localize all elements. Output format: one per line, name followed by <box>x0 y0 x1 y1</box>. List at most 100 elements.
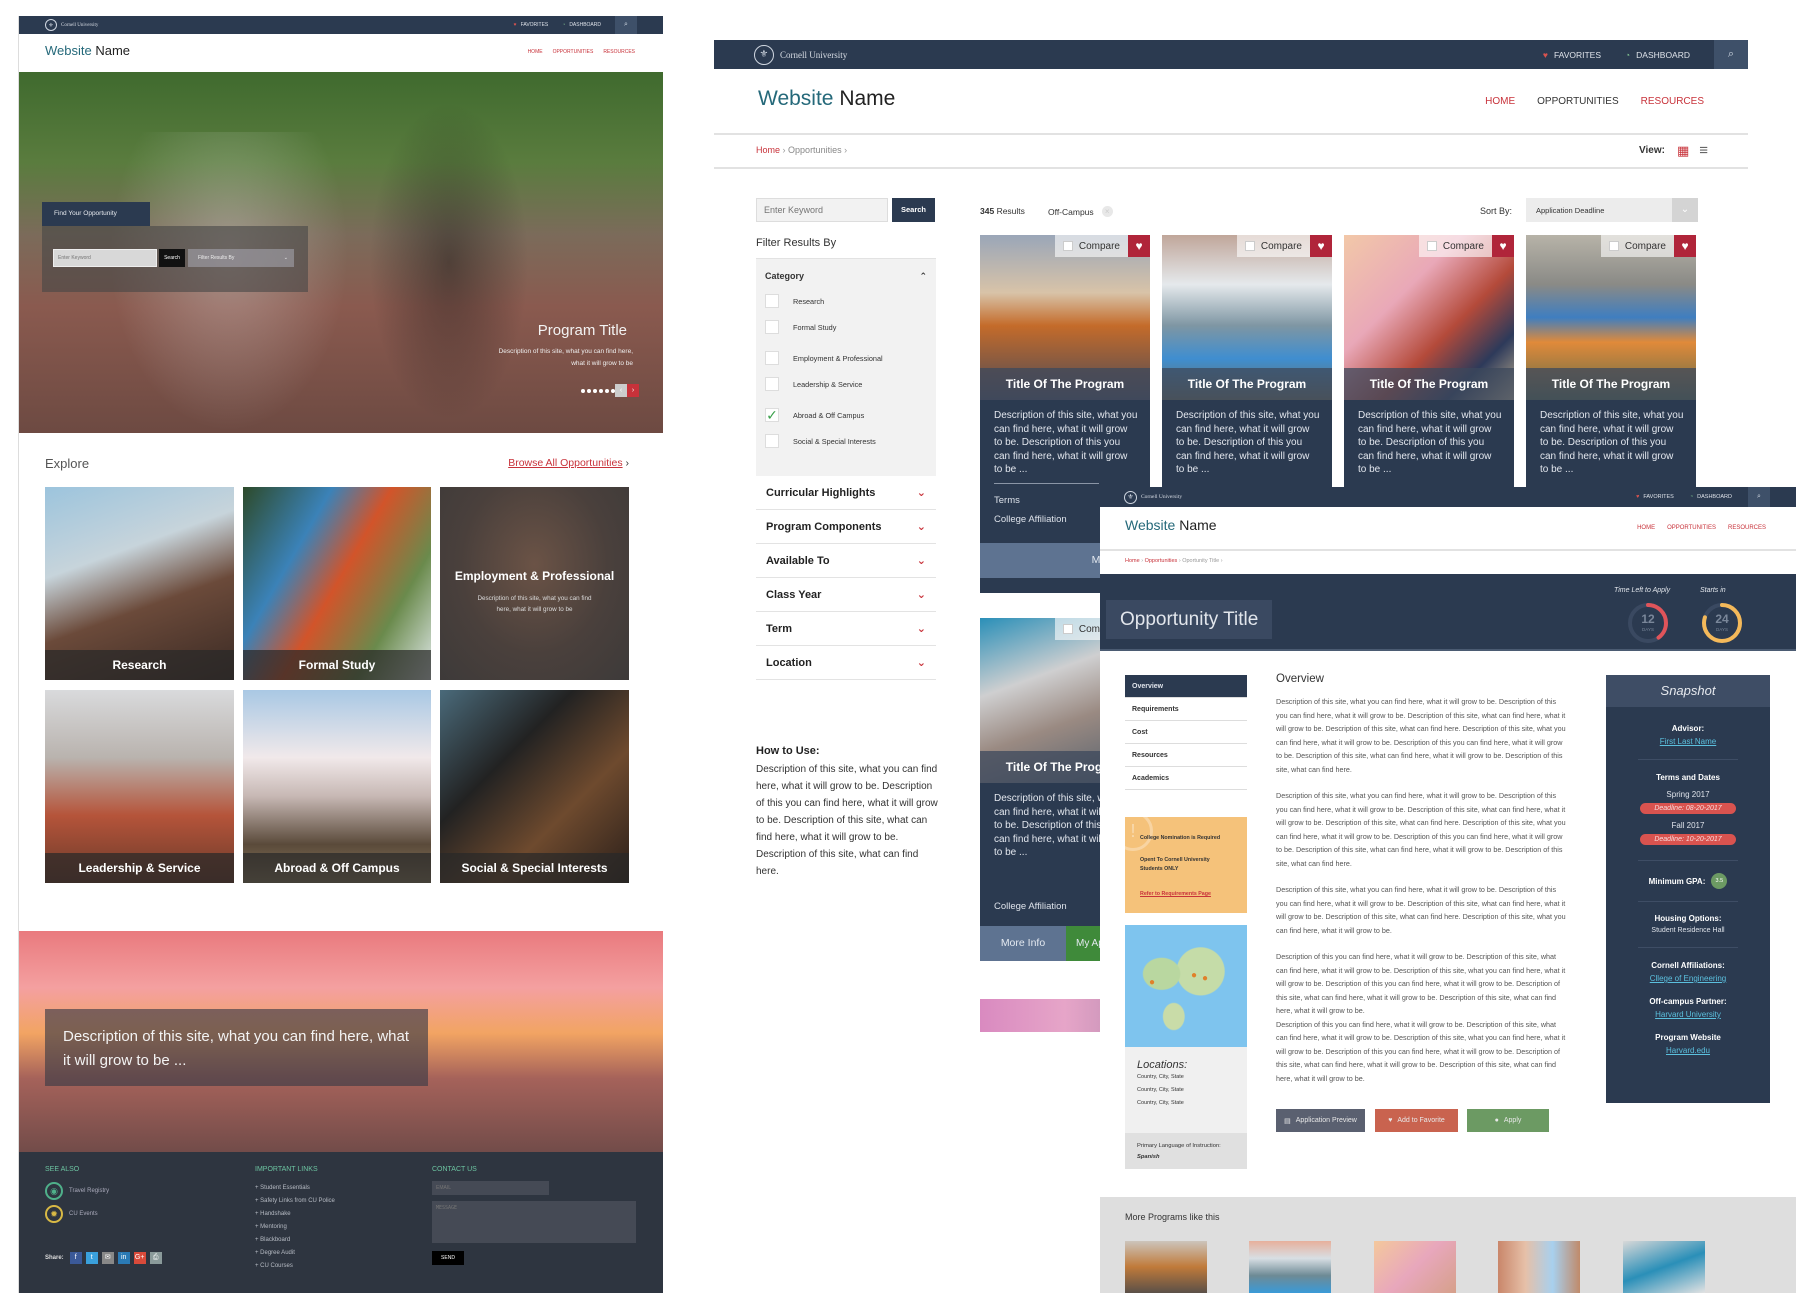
filter-available-to[interactable]: Available To ⌄ <box>756 544 936 578</box>
compare-checkbox[interactable] <box>1244 241 1255 251</box>
prev-slide-button[interactable]: ‹ <box>615 384 627 397</box>
compare-toggle[interactable]: Compare <box>1418 235 1492 257</box>
footer-link[interactable]: + Mentoring <box>255 1221 335 1234</box>
dashboard-link[interactable]: ◔ DASHBOARD <box>1690 494 1732 500</box>
search-button[interactable]: ⌕ <box>1714 40 1748 69</box>
sort-select[interactable]: Application Deadline ⌄ <box>1526 198 1698 222</box>
related-program-thumb[interactable] <box>1249 1241 1331 1293</box>
nav-opportunities[interactable]: OPPORTUNITIES <box>1667 525 1716 531</box>
checkbox-checked[interactable]: ✓ <box>765 408 779 422</box>
favorite-button[interactable]: ♥ <box>1310 235 1332 257</box>
nav-home[interactable]: HOME <box>528 49 543 55</box>
slide-dot[interactable] <box>587 389 591 393</box>
explore-tile-social[interactable]: Social & Special Interests <box>440 690 629 883</box>
favorites-link[interactable]: ♥ FAVORITES <box>514 22 549 28</box>
footer-link[interactable]: + Degree Audit <box>255 1247 335 1260</box>
advisor-link[interactable]: First Last Name <box>1660 737 1716 746</box>
favorites-link[interactable]: ♥ FAVORITES <box>1636 494 1674 500</box>
keyword-input[interactable] <box>756 198 888 222</box>
breadcrumb-opportunities[interactable]: Opportunities <box>1145 558 1178 564</box>
footer-link[interactable]: + Handshake <box>255 1208 335 1221</box>
filter-class-year[interactable]: Class Year ⌄ <box>756 578 936 612</box>
footer-link[interactable]: + Blackboard <box>255 1234 335 1247</box>
application-preview-button[interactable]: ▤ Application Preview <box>1276 1109 1365 1132</box>
explore-tile-leadership[interactable]: Leadership & Service <box>45 690 234 883</box>
checkbox[interactable] <box>765 320 779 334</box>
filter-term[interactable]: Term ⌄ <box>756 612 936 646</box>
filter-location[interactable]: Location ⌄ <box>756 646 936 680</box>
site-brand[interactable]: Website Name <box>1125 517 1217 533</box>
program-card[interactable]: Compare ♥ Title Of The Program Descripti… <box>1344 235 1514 527</box>
slide-dot[interactable] <box>605 389 609 393</box>
compare-checkbox[interactable] <box>1062 241 1073 251</box>
favorites-link[interactable]: ♥ FAVORITES <box>1543 50 1601 60</box>
facebook-icon[interactable]: f <box>69 1252 82 1264</box>
contact-message-input[interactable] <box>432 1201 636 1243</box>
favorite-button[interactable]: ♥ <box>1674 235 1696 257</box>
hero-filter-select[interactable]: Filter Results By ⌄ <box>188 249 294 267</box>
footer-link[interactable]: + CU Courses <box>255 1260 335 1273</box>
category-option[interactable]: Employment & Professional <box>765 351 883 365</box>
category-option[interactable]: Research <box>765 294 824 308</box>
program-card[interactable]: Compare ♥ Title Of The Program Descripti… <box>1526 235 1696 527</box>
filter-program-components[interactable]: Program Components ⌄ <box>756 510 936 544</box>
travel-registry-link[interactable]: ◉ Travel Registry <box>45 1182 109 1200</box>
category-option[interactable]: Social & Special Interests <box>765 434 876 448</box>
filter-curricular-highlights[interactable]: Curricular Highlights ⌄ <box>756 476 936 510</box>
search-button[interactable]: ⌕ <box>615 16 637 34</box>
favorite-button[interactable]: ♥ <box>1128 235 1150 257</box>
hero-keyword-input[interactable] <box>53 249 157 267</box>
list-view-icon[interactable]: ≡ <box>1699 142 1708 159</box>
nav-home[interactable]: HOME <box>1637 525 1655 531</box>
affiliation-link[interactable]: Cllege of Engineering <box>1650 974 1727 983</box>
compare-checkbox[interactable] <box>1426 241 1437 251</box>
slide-dot[interactable] <box>599 389 603 393</box>
related-program-thumb[interactable] <box>1498 1241 1580 1293</box>
nav-resources[interactable]: RESOURCES <box>603 49 635 55</box>
linkedin-icon[interactable]: in <box>117 1252 130 1264</box>
footer-link[interactable]: + Safety Links from CU Police <box>255 1195 335 1208</box>
browse-all-link[interactable]: Browse All Opportunities › <box>508 457 629 469</box>
grid-view-icon[interactable]: ▦ <box>1677 143 1689 159</box>
explore-tile-formal-study[interactable]: Formal Study <box>243 487 431 680</box>
category-option[interactable]: ✓ Abroad & Off Campus <box>765 408 864 422</box>
section-academics[interactable]: Academics <box>1125 767 1247 790</box>
footer-link[interactable]: + Student Essentials <box>255 1182 335 1195</box>
section-requirements[interactable]: Requirements <box>1125 698 1247 721</box>
compare-toggle[interactable]: Compare <box>1236 235 1310 257</box>
location-map[interactable]: ● ● ● <box>1125 925 1247 1047</box>
related-program-thumb[interactable] <box>1374 1241 1456 1293</box>
related-program-thumb[interactable] <box>1125 1241 1207 1293</box>
explore-tile-abroad[interactable]: Abroad & Off Campus <box>243 690 431 883</box>
program-website-link[interactable]: Harvard.edu <box>1666 1046 1710 1055</box>
nav-opportunities[interactable]: OPPORTUNITIES <box>553 49 594 55</box>
partner-link[interactable]: Harvard University <box>1655 1010 1721 1019</box>
section-resources[interactable]: Resources <box>1125 744 1247 767</box>
related-program-thumb[interactable] <box>1623 1241 1705 1293</box>
nav-resources[interactable]: RESOURCES <box>1641 96 1704 107</box>
add-to-favorite-button[interactable]: ♥ Add to Favorite <box>1375 1109 1458 1132</box>
hero-search-button[interactable]: Search <box>159 249 185 267</box>
category-filter-toggle[interactable]: Category ⌃ <box>765 271 927 282</box>
section-cost[interactable]: Cost <box>1125 721 1247 744</box>
compare-toggle[interactable]: Compare <box>1600 235 1674 257</box>
remove-filter-icon[interactable]: × <box>1101 206 1113 217</box>
compare-checkbox[interactable] <box>1608 241 1619 251</box>
contact-email-input[interactable] <box>432 1181 549 1195</box>
slide-dot[interactable] <box>581 389 585 393</box>
section-overview[interactable]: Overview <box>1125 675 1247 698</box>
category-option[interactable]: Formal Study <box>765 320 836 334</box>
twitter-icon[interactable]: t <box>85 1252 98 1264</box>
site-brand[interactable]: Website Name <box>758 87 895 111</box>
active-filter-chip[interactable]: Off-Campus × <box>1048 206 1113 217</box>
nav-home[interactable]: HOME <box>1485 96 1515 107</box>
checkbox[interactable] <box>765 294 779 308</box>
category-option[interactable]: Leadership & Service <box>765 377 862 391</box>
print-icon[interactable]: ⎙ <box>149 1252 162 1264</box>
cu-events-link[interactable]: ✹ CU Events <box>45 1205 98 1223</box>
breadcrumb-home[interactable]: Home <box>1125 558 1140 564</box>
next-slide-button[interactable]: › <box>627 384 639 397</box>
checkbox[interactable] <box>765 434 779 448</box>
site-brand[interactable]: Website Name <box>45 43 130 58</box>
googleplus-icon[interactable]: G+ <box>133 1252 146 1264</box>
